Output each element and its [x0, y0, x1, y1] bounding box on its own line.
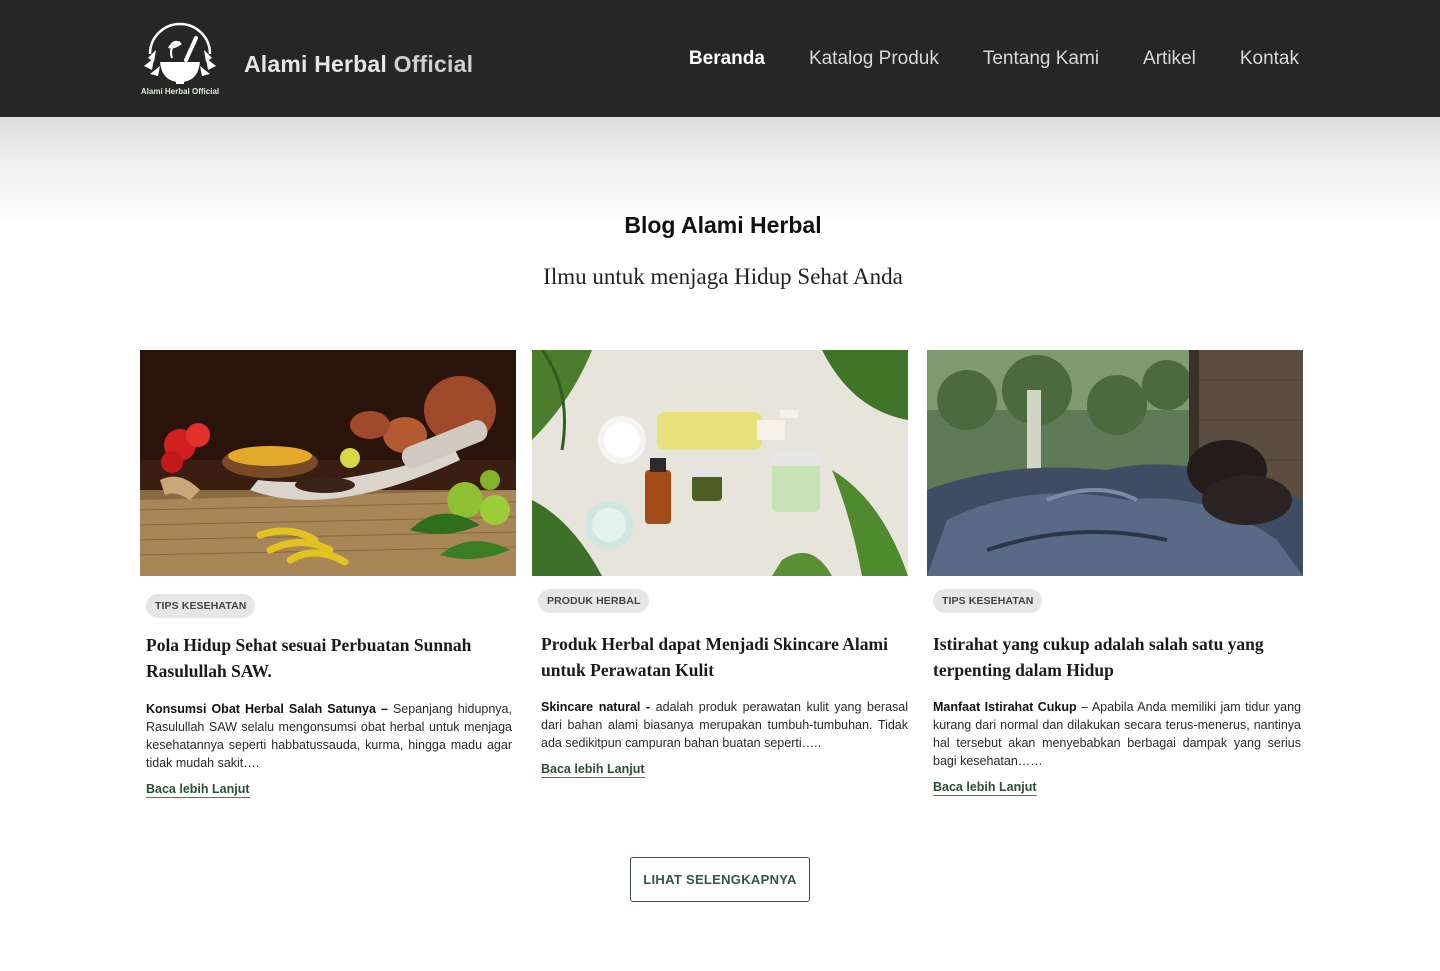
header-shadow	[0, 117, 1440, 227]
excerpt-lead: Manfaat Istirahat Cukup	[933, 700, 1077, 714]
site-header: Alami Herbal Official Alami Herbal Offic…	[0, 0, 1440, 117]
nav-item-kontak[interactable]: Kontak	[1240, 48, 1299, 70]
card-excerpt: Skincare natural - adalah produk perawat…	[541, 698, 908, 752]
section-subtitle: Ilmu untuk menjaga Hidup Sehat Anda	[543, 264, 903, 289]
blog-card: TIPS KESEHATAN Istirahat yang cukup adal…	[927, 350, 1303, 796]
nav-item-tentang-kami[interactable]: Tentang Kami	[983, 48, 1099, 70]
category-badge[interactable]: TIPS KESEHATAN	[933, 589, 1043, 613]
nav-item-katalog-produk[interactable]: Katalog Produk	[809, 48, 939, 70]
see-more-button[interactable]: LIHAT SELENGKAPNYA	[630, 857, 810, 902]
read-more-link[interactable]: Baca lebih Lanjut	[541, 762, 645, 778]
main-nav: Beranda Katalog Produk Tentang Kami Arti…	[689, 48, 1299, 70]
blog-card: PRODUK HERBAL Produk Herbal dapat Menjad…	[532, 350, 908, 778]
blog-card: TIPS KESEHATAN Pola Hidup Sehat sesuai P…	[140, 350, 516, 798]
brand-name-part2: Official	[393, 51, 474, 77]
mortar-leaf-logo-icon	[144, 22, 216, 84]
card-title[interactable]: Pola Hidup Sehat sesuai Perbuatan Sunnah…	[146, 632, 510, 684]
category-badge[interactable]: PRODUK HERBAL	[538, 589, 650, 613]
card-image-sleeping[interactable]	[927, 350, 1303, 576]
logo[interactable]: Alami Herbal Official	[138, 22, 222, 98]
card-image-herbal-spices[interactable]	[140, 350, 516, 576]
read-more-link[interactable]: Baca lebih Lanjut	[146, 782, 250, 798]
card-excerpt: Konsumsi Obat Herbal Salah Satunya – Sep…	[146, 700, 512, 772]
card-excerpt: Manfaat Istirahat Cukup – Apabila Anda m…	[933, 698, 1301, 770]
section-title: Blog Alami Herbal	[624, 212, 822, 238]
card-title[interactable]: Istirahat yang cukup adalah salah satu y…	[933, 631, 1297, 683]
nav-item-beranda[interactable]: Beranda	[689, 48, 765, 70]
excerpt-lead: Skincare natural -	[541, 700, 651, 714]
excerpt-lead: Konsumsi Obat Herbal Salah Satunya –	[146, 702, 388, 716]
nav-item-artikel[interactable]: Artikel	[1143, 48, 1196, 70]
read-more-link[interactable]: Baca lebih Lanjut	[933, 780, 1037, 796]
brand-name[interactable]: Alami Herbal Official	[244, 51, 473, 78]
category-badge[interactable]: TIPS KESEHATAN	[146, 594, 256, 618]
card-image-skincare[interactable]	[532, 350, 908, 576]
brand-name-part1: Alami Herbal	[244, 51, 394, 77]
logo-caption: Alami Herbal Official	[140, 87, 220, 96]
card-title[interactable]: Produk Herbal dapat Menjadi Skincare Ala…	[541, 631, 902, 683]
